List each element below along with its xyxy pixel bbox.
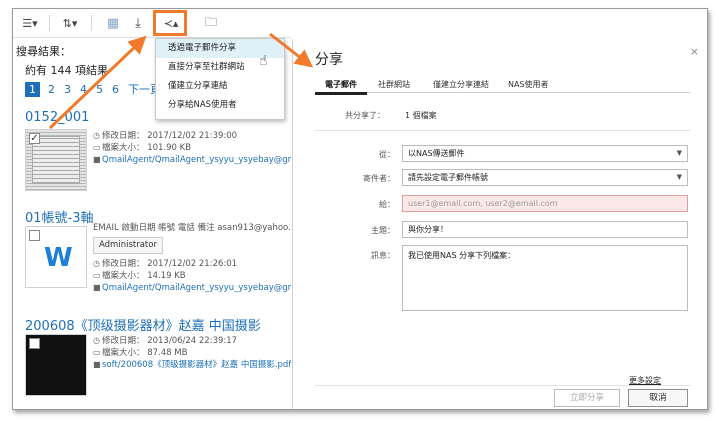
modified-date: 修改日期： 2017/12/02 21:39:00 — [102, 131, 238, 141]
result-meta: EMAIL 啟動日期 帳號 電話 備注 asan913@yahoo.com.tw… — [93, 223, 291, 294]
result-count: 約有 144 項結果 — [25, 64, 108, 77]
close-icon[interactable]: × — [690, 45, 699, 58]
file-size: 檔案大小： 14.19 KB — [102, 271, 186, 281]
menu-item-share-link[interactable]: 僅建立分享連結 — [156, 77, 284, 96]
result-thumbnail[interactable]: ✓ — [25, 129, 87, 191]
share-dropdown-menu: 透過電子郵件分享 直接分享至社群網站 僅建立分享連結 分享給NAS使用者 — [155, 38, 285, 120]
modified-date: 修改日期： 2013/06/24 22:39:17 — [102, 336, 238, 346]
share-icon[interactable]: ≺▴ — [158, 12, 184, 34]
share-now-button[interactable]: 立即分享 — [554, 389, 620, 407]
hand-cursor-icon: ☝ — [259, 53, 268, 69]
tab-social[interactable]: 社群網站 — [378, 79, 410, 90]
toolbar-separator — [49, 15, 50, 31]
sender-label: 寄件者： — [363, 174, 395, 183]
to-label: 給： — [379, 200, 395, 209]
from-value: 以NAS傳送郵件 — [408, 149, 465, 158]
clock-icon: ◷ — [93, 259, 100, 268]
sender-value: 請先設定電子郵件帳號 — [408, 173, 488, 182]
dialog-title: 分享 — [315, 52, 343, 68]
tab-email[interactable]: 電子郵件 — [315, 79, 367, 95]
owner-tag[interactable]: Administrator — [93, 237, 163, 254]
search-results-label: 搜尋結果： — [16, 45, 71, 58]
page-link-4[interactable]: 4 — [80, 83, 87, 96]
result-meta: ◷ 修改日期： 2017/12/02 21:39:00 ▭檔案大小： 101.90… — [93, 130, 291, 166]
result-thumbnail[interactable]: W — [25, 226, 87, 288]
divider — [315, 385, 690, 386]
result-title[interactable]: 0152_001 — [25, 110, 89, 125]
toolbar: ☰▾ ⇅▾ ▦ ⤓ ≺▴ 🗀 — [13, 9, 291, 38]
cancel-button[interactable]: 取消 — [628, 389, 688, 407]
share-tabs: 電子郵件 社群網站 僅建立分享連結 NAS使用者 — [315, 79, 690, 95]
file-size: 檔案大小： 87.48 MB — [102, 348, 188, 358]
size-icon: ▭ — [93, 271, 101, 280]
shared-value: 1 個檔案 — [405, 111, 437, 120]
clock-icon: ◷ — [93, 336, 100, 345]
result-checkbox[interactable] — [29, 230, 40, 241]
search-results-pane: ☰▾ ⇅▾ ▦ ⤓ ≺▴ 🗀 透過電子郵件分享 直接分享至社群網站 僅建立分享連… — [13, 9, 291, 409]
subject-label: 主題： — [371, 226, 395, 235]
file-path[interactable]: soft/200608《顶级摄影器材》赵嘉 中国摄影.pdf — [102, 360, 291, 370]
app-window: ☰▾ ⇅▾ ▦ ⤓ ≺▴ 🗀 透過電子郵件分享 直接分享至社群網站 僅建立分享連… — [12, 8, 708, 410]
page-link-6[interactable]: 6 — [112, 83, 119, 96]
page-link-1[interactable]: 1 — [25, 81, 40, 97]
tab-link[interactable]: 僅建立分享連結 — [433, 79, 489, 90]
result-meta: ◷ 修改日期： 2013/06/24 22:39:17 ▭檔案大小： 87.48 … — [93, 335, 291, 371]
sender-select[interactable]: 請先設定電子郵件帳號 ▼ — [402, 169, 688, 186]
word-document-icon: W — [44, 243, 73, 273]
page-link-3[interactable]: 3 — [64, 83, 71, 96]
folder-icon: ■ — [93, 360, 101, 369]
page-link-2[interactable]: 2 — [48, 83, 55, 96]
to-input[interactable]: user1@email.com, user2@email.com — [402, 195, 688, 212]
sort-icon[interactable]: ⇅▾ — [57, 12, 83, 34]
thumbnail-view-icon[interactable]: ▦ — [103, 12, 123, 34]
divider — [315, 130, 690, 131]
result-description: EMAIL 啟動日期 帳號 電話 備注 asan913@yahoo.com.tw… — [93, 223, 291, 233]
result-title[interactable]: 01帳號-3軸 — [25, 207, 94, 226]
list-view-icon[interactable]: ☰▾ — [17, 12, 43, 34]
shared-label: 共分享了： — [345, 111, 385, 120]
toolbar-separator — [91, 15, 92, 31]
download-icon[interactable]: ⤓ — [127, 12, 149, 34]
from-select[interactable]: 以NAS傳送郵件 ▼ — [402, 145, 688, 162]
menu-item-share-nas-user[interactable]: 分享給NAS使用者 — [156, 96, 284, 115]
size-icon: ▭ — [93, 348, 101, 357]
result-checkbox[interactable]: ✓ — [29, 133, 40, 144]
result-checkbox[interactable] — [29, 338, 40, 349]
folder-icon: ■ — [93, 283, 101, 292]
clock-icon: ◷ — [93, 131, 100, 140]
tab-nas-user[interactable]: NAS使用者 — [508, 79, 549, 90]
caret-down-icon: ▼ — [676, 173, 682, 181]
pagination: 1 2 3 4 5 6 下一頁 — [25, 81, 170, 97]
folder-icon[interactable]: 🗀 — [201, 12, 221, 34]
file-path[interactable]: QmailAgent/QmailAgent_ysyyu_ysyebay@gmai… — [102, 283, 291, 293]
file-path[interactable]: QmailAgent/QmailAgent_ysyyu_ysyebay@gmai… — [102, 155, 291, 165]
page-link-5[interactable]: 5 — [96, 83, 103, 96]
subject-input[interactable]: 與你分享！ — [402, 221, 688, 238]
message-label: 訊息： — [371, 251, 395, 260]
file-size: 檔案大小： 101.90 KB — [102, 143, 192, 153]
from-label: 從： — [379, 150, 395, 159]
share-dialog: 分享 × 電子郵件 社群網站 僅建立分享連結 NAS使用者 共分享了： 1 個檔… — [292, 39, 707, 409]
modified-date: 修改日期： 2017/12/02 21:26:01 — [102, 259, 238, 269]
message-textarea[interactable]: 我已使用NAS 分享下列檔案： — [402, 245, 688, 311]
caret-down-icon: ▼ — [676, 149, 682, 157]
result-title[interactable]: 200608《顶级摄影器材》赵嘉 中国摄影 — [25, 315, 261, 334]
folder-icon: ■ — [93, 155, 101, 164]
result-thumbnail[interactable] — [25, 334, 87, 396]
size-icon: ▭ — [93, 143, 101, 152]
